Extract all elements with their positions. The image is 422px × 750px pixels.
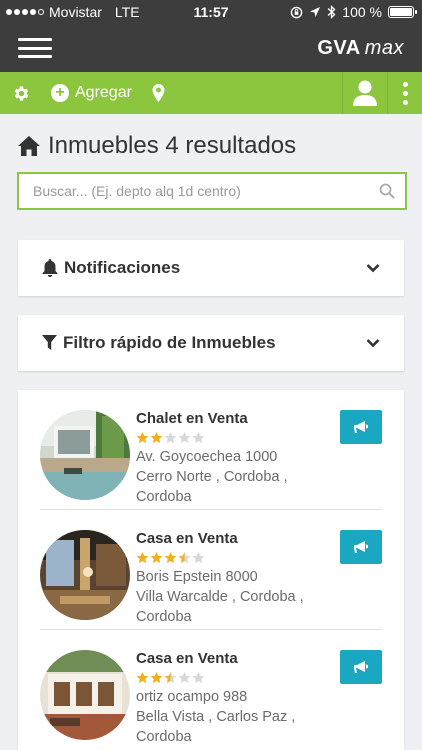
page-title: Inmuebles 4 resultados (48, 132, 297, 159)
logo-sub: max (364, 36, 404, 59)
star-empty-icon (192, 671, 205, 683)
megaphone-icon (354, 661, 368, 673)
notifications-panel[interactable]: Notificaciones (18, 240, 404, 296)
property-city: Cordoba (136, 729, 192, 745)
star-filled-icon (150, 431, 163, 443)
plus-circle-icon: + (51, 84, 69, 102)
map-marker-icon (152, 84, 165, 102)
carrier-name: Movistar (49, 4, 102, 20)
list-item[interactable]: Casa en Venta Boris Epstein 8000 Villa W… (40, 510, 382, 630)
bluetooth-icon (327, 5, 336, 19)
gear-icon (14, 85, 29, 101)
star-filled-icon (136, 671, 149, 683)
chevron-down-icon (366, 264, 380, 273)
chevron-down-icon (366, 339, 380, 348)
star-empty-icon (164, 431, 177, 443)
property-title: Chalet en Venta (136, 410, 248, 427)
property-address: Boris Epstein 8000 (136, 569, 258, 585)
property-location: Bella Vista , Carlos Paz , (136, 709, 296, 725)
notifications-label: Notificaciones (64, 258, 181, 277)
property-photo (40, 530, 130, 620)
rating-stars (136, 668, 295, 686)
star-filled-icon (150, 551, 163, 563)
battery-icon (388, 6, 417, 18)
star-filled-icon (136, 551, 149, 563)
rotation-lock-icon (290, 6, 303, 18)
results-list: Chalet en Venta Av. Goycoechea 1000 Cerr… (18, 390, 404, 750)
property-location: Villa Warcalde , Cordoba , (136, 589, 304, 605)
star-empty-icon (192, 431, 205, 443)
app-logo: GVA max (317, 37, 404, 60)
star-filled-icon (164, 551, 177, 563)
star-empty-icon (178, 671, 191, 683)
star-half-icon (164, 671, 177, 683)
more-options-button[interactable] (388, 72, 422, 114)
property-address: Av. Goycoechea 1000 (136, 449, 278, 465)
star-filled-icon (150, 671, 163, 683)
property-photo (40, 650, 130, 740)
add-label: Agregar (75, 84, 132, 101)
battery-percentage: 100 % (342, 4, 382, 20)
signal-strength-icon (6, 9, 44, 15)
toolbar: + Agregar (0, 72, 422, 114)
star-filled-icon (136, 431, 149, 443)
star-empty-icon (178, 431, 191, 443)
user-button[interactable] (342, 72, 388, 114)
network-type: LTE (114, 4, 140, 20)
rating-stars (136, 548, 304, 566)
logo-main: GVA (317, 36, 361, 59)
property-address: ortiz ocampo 988 (136, 689, 248, 705)
filter-icon (42, 335, 57, 350)
status-time: 11:57 (193, 4, 229, 20)
home-icon (18, 136, 40, 156)
rating-stars (136, 428, 288, 446)
property-photo (40, 410, 130, 500)
quick-filter-panel[interactable]: Filtro rápido de Inmuebles (18, 315, 404, 371)
location-arrow-icon (310, 7, 321, 17)
megaphone-icon (354, 541, 368, 553)
promote-button[interactable] (340, 410, 382, 444)
location-button[interactable] (142, 72, 175, 114)
app-header: GVA max (0, 24, 422, 72)
promote-button[interactable] (340, 650, 382, 684)
star-half-icon (178, 551, 191, 563)
search-box (17, 172, 407, 210)
promote-button[interactable] (340, 530, 382, 564)
star-empty-icon (192, 551, 205, 563)
property-city: Cordoba (136, 609, 192, 625)
menu-icon[interactable] (18, 38, 52, 58)
add-button[interactable]: + Agregar (41, 72, 142, 114)
property-title: Casa en Venta (136, 650, 238, 667)
settings-button[interactable] (0, 72, 41, 114)
quick-filter-label: Filtro rápido de Inmuebles (63, 333, 276, 352)
property-city: Cordoba (136, 489, 192, 505)
page-title-row: Inmuebles 4 resultados (18, 132, 296, 160)
search-input[interactable] (33, 183, 379, 199)
megaphone-icon (354, 421, 368, 433)
property-title: Casa en Venta (136, 530, 238, 547)
bell-icon (42, 259, 58, 277)
search-icon[interactable] (379, 183, 395, 199)
status-bar: Movistar LTE 11:57 100 % (0, 0, 422, 24)
list-item[interactable]: Casa en Venta ortiz ocampo 988 Bella Vis… (40, 630, 382, 750)
user-icon (353, 80, 377, 106)
list-item[interactable]: Chalet en Venta Av. Goycoechea 1000 Cerr… (40, 390, 382, 510)
property-location: Cerro Norte , Cordoba , (136, 469, 288, 485)
